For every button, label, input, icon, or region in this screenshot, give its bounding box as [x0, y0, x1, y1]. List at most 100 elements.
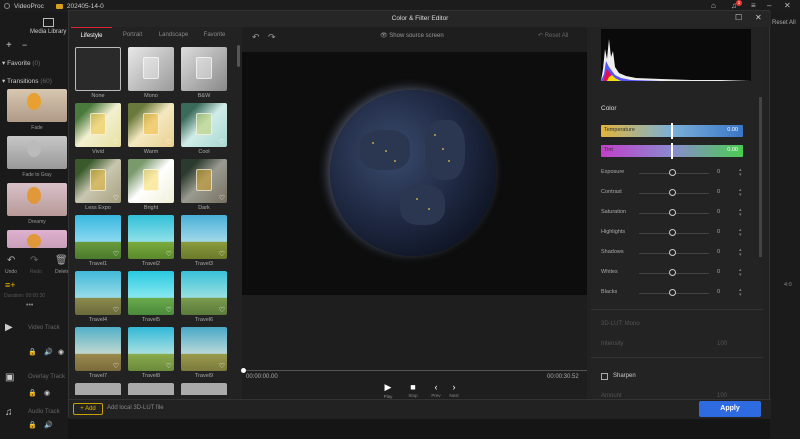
home-icon[interactable]: ⌂	[711, 1, 716, 10]
filter-travel6[interactable]: ♡ Travel6	[181, 271, 227, 323]
reset-all-button[interactable]: ↶ Reset All	[538, 32, 568, 39]
mute-icon[interactable]: 🔊	[44, 348, 53, 356]
tab-portrait[interactable]: Portrait	[112, 27, 153, 43]
mute-icon[interactable]: 🔊	[44, 421, 53, 429]
maximize-icon[interactable]: ☐	[735, 13, 742, 22]
saturation-slider[interactable]: Saturation 0 ▴ ▾	[601, 208, 751, 218]
eye-icon[interactable]: ◉	[58, 348, 64, 356]
favorite-header[interactable]: ▾ Favorite (0)	[2, 59, 40, 67]
bg-reset-all[interactable]: Reset All	[772, 20, 796, 26]
show-source-toggle[interactable]: 👁 Show source screen	[380, 32, 444, 39]
slider-knob[interactable]	[669, 289, 676, 296]
filter-travel2[interactable]: ♡ Travel2	[128, 215, 174, 267]
slider-value[interactable]: 0	[717, 209, 720, 215]
close-icon[interactable]: ✕	[784, 1, 791, 10]
exposure-slider[interactable]: Exposure 0 ▴ ▾	[601, 168, 751, 178]
stepper-icon[interactable]: ▴ ▾	[739, 188, 742, 198]
slider-value[interactable]: 0	[717, 269, 720, 275]
collapse-icon[interactable]: −	[22, 40, 27, 50]
menu-icon[interactable]: ≡	[751, 1, 756, 10]
add-track-icon[interactable]: ≡+	[5, 280, 16, 290]
filter-travel5[interactable]: ♡ Travel5	[128, 271, 174, 323]
filter-vivid[interactable]: ♡ Vivid	[75, 103, 121, 155]
filter-travel1[interactable]: ♡ Travel1	[75, 215, 121, 267]
transition-thumb-partial[interactable]	[7, 230, 67, 248]
slider-knob[interactable]	[669, 229, 676, 236]
lock-icon[interactable]: 🔒	[28, 421, 37, 429]
transition-thumb-fade[interactable]	[7, 89, 67, 122]
filter-cool[interactable]: ♡ Cool	[181, 103, 227, 155]
filter-travel9[interactable]: ♡ Travel9	[181, 327, 227, 379]
stepper-icon[interactable]: ▴ ▾	[739, 268, 742, 278]
filter-row-partial[interactable]	[128, 383, 174, 395]
whites-slider[interactable]: Whites 0 ▴ ▾	[601, 268, 751, 278]
highlights-slider[interactable]: Highlights 0 ▴ ▾	[601, 228, 751, 238]
media-library-button[interactable]: Media Library	[30, 18, 66, 35]
filter-less-expo[interactable]: ♡ Less Expo	[75, 159, 121, 211]
prev-button[interactable]: ‹ Prev	[427, 382, 445, 399]
undo-icon[interactable]: ↶	[252, 32, 260, 43]
add-icon[interactable]: +	[6, 40, 12, 51]
slider-knob[interactable]	[669, 249, 676, 256]
redo-icon[interactable]: ↷	[268, 32, 276, 43]
filter-bw[interactable]: B&W	[181, 47, 227, 99]
apply-button[interactable]: Apply	[699, 401, 761, 417]
filter-bright[interactable]: ♡ Bright	[128, 159, 174, 211]
stepper-icon[interactable]: ▴ ▾	[739, 228, 742, 238]
transition-thumb-dreamy[interactable]	[7, 183, 67, 216]
lock-icon[interactable]: 🔒	[28, 348, 37, 356]
filter-warm[interactable]: ♡ Warm	[128, 103, 174, 155]
slider-knob[interactable]	[669, 269, 676, 276]
stepper-icon[interactable]: ▴ ▾	[739, 208, 742, 218]
editor-close-icon[interactable]: ✕	[755, 13, 762, 22]
slider-knob[interactable]	[669, 209, 676, 216]
blacks-slider[interactable]: Blacks 0 ▴ ▾	[601, 288, 751, 298]
filter-dark[interactable]: ♡ Dark	[181, 159, 227, 211]
stepper-icon[interactable]: ▴ ▾	[739, 168, 742, 178]
temperature-knob[interactable]	[671, 123, 673, 139]
tint-knob[interactable]	[671, 143, 673, 159]
slider-value[interactable]: 0	[717, 289, 720, 295]
add-lut-button[interactable]: + Add	[73, 403, 103, 415]
sharpen-checkbox[interactable]	[601, 373, 608, 380]
stepper-icon[interactable]: ▴ ▾	[739, 248, 742, 258]
temperature-slider[interactable]: Temperature 0.00	[601, 123, 743, 139]
transition-thumb-fade-to-gray[interactable]	[7, 136, 67, 169]
transitions-header[interactable]: ▾ Transitions (60)	[2, 77, 52, 85]
tab-favorite[interactable]: Favorite	[194, 27, 235, 43]
slider-value[interactable]: 0	[717, 169, 720, 175]
tab-landscape[interactable]: Landscape	[153, 27, 194, 43]
play-button[interactable]: ▶ Play	[379, 382, 397, 400]
next-button[interactable]: › Next	[445, 382, 463, 399]
stepper-icon[interactable]: ▴ ▾	[739, 288, 742, 298]
slider-value[interactable]: 0	[717, 189, 720, 195]
minimize-icon[interactable]: –	[767, 1, 771, 10]
delete-icon[interactable]: 🗑	[55, 255, 68, 266]
more-icon[interactable]: •••	[26, 302, 33, 309]
filter-travel4[interactable]: ♡ Travel4	[75, 271, 121, 323]
tint-slider[interactable]: Tint 0.00	[601, 143, 743, 159]
stop-button[interactable]: ■ Stop	[404, 382, 422, 399]
slider-value[interactable]: 0	[717, 229, 720, 235]
eye-icon[interactable]: ◉	[44, 389, 50, 397]
slider-value[interactable]: 0	[717, 249, 720, 255]
slider-knob[interactable]	[669, 169, 676, 176]
lock-icon[interactable]: 🔒	[28, 389, 37, 397]
redo-icon[interactable]: ↷	[30, 255, 38, 266]
shadows-slider[interactable]: Shadows 0 ▴ ▾	[601, 248, 751, 258]
progress-track[interactable]	[241, 368, 587, 373]
tab-lifestyle[interactable]: Lifestyle	[71, 27, 112, 43]
undo-icon[interactable]: ↶	[7, 255, 15, 266]
playhead[interactable]	[241, 368, 246, 373]
filter-scrollbar[interactable]	[237, 45, 240, 67]
filter-mono[interactable]: Mono	[128, 47, 174, 99]
filter-row-partial[interactable]	[181, 383, 227, 395]
filter-none[interactable]: None	[75, 47, 121, 99]
filter-travel8[interactable]: ♡ Travel8	[128, 327, 174, 379]
filter-travel7[interactable]: ♡ Travel7	[75, 327, 121, 379]
adjust-scrollbar[interactable]	[759, 97, 762, 257]
contrast-slider[interactable]: Contrast 0 ▴ ▾	[601, 188, 751, 198]
filter-row-partial[interactable]	[75, 383, 121, 395]
filter-travel3[interactable]: ♡ Travel3	[181, 215, 227, 267]
slider-knob[interactable]	[669, 189, 676, 196]
